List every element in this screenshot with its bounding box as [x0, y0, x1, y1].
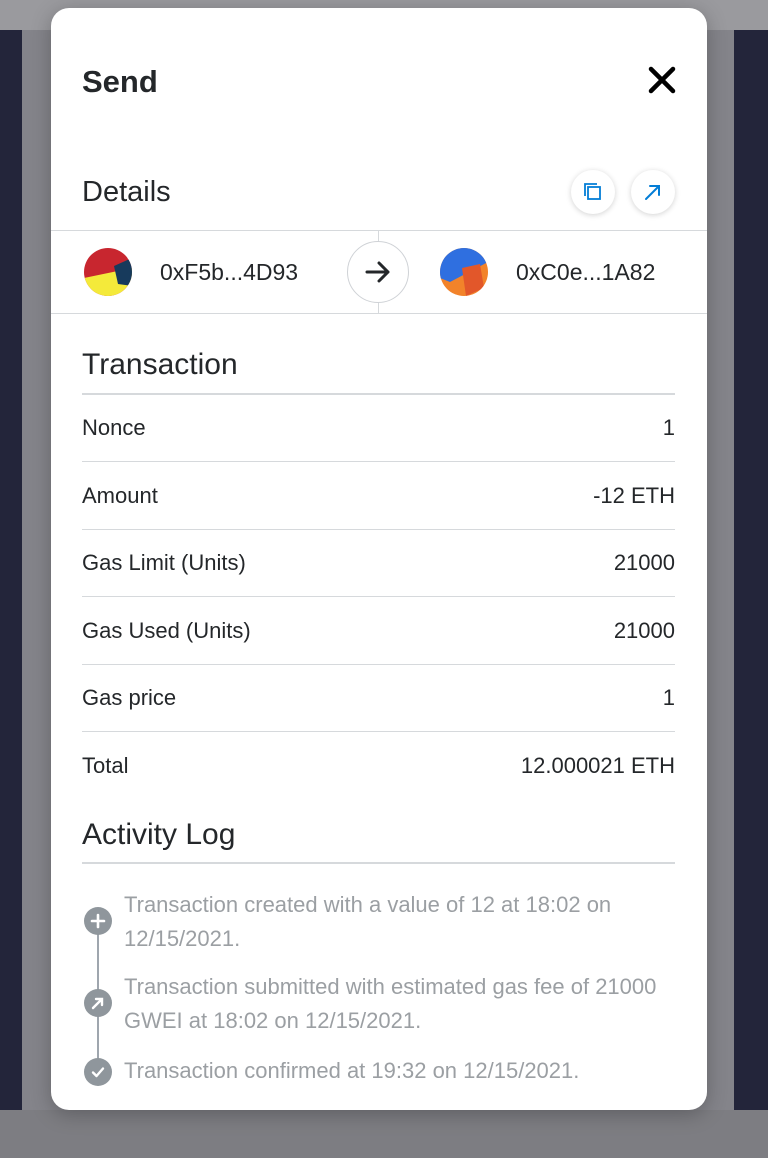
tx-row-gas-used: Gas Used (Units) 21000 [82, 597, 675, 665]
arrow-up-right-icon [84, 989, 112, 1017]
sender-avatar [84, 248, 132, 296]
close-button[interactable] [645, 63, 679, 97]
transaction-section-title: Transaction [82, 348, 238, 381]
tx-row-nonce: Nonce 1 [82, 394, 675, 462]
copy-button[interactable] [571, 170, 615, 214]
tx-row-gas-limit: Gas Limit (Units) 21000 [82, 529, 675, 597]
tx-value: 21000 [613, 549, 675, 575]
activity-entry-created: Transaction created with a value of 12 a… [124, 892, 612, 951]
modal-title: Send [82, 64, 158, 99]
recipient-account[interactable]: 0xC0e...1A82 [440, 248, 655, 296]
background-footer [0, 1110, 768, 1158]
view-on-explorer-button[interactable] [631, 170, 675, 214]
tx-value: 21000 [613, 617, 675, 643]
tx-row-amount: Amount -12 ETH [82, 462, 675, 530]
transaction-details-modal: Send Details 0xF5b...4D93 0xC0e...1A82 T… [51, 8, 707, 1110]
activity-log-rule [82, 862, 675, 864]
tx-label: Nonce [82, 414, 146, 440]
recipient-address: 0xC0e...1A82 [516, 258, 656, 285]
tx-value: 12.000021 ETH [520, 752, 675, 778]
activity-entry-confirmed: Transaction confirmed at 19:32 on 12/15/… [124, 1058, 580, 1083]
background-left-panel [0, 30, 22, 1158]
tx-label: Amount [82, 482, 158, 508]
activity-log-title: Activity Log [82, 818, 236, 851]
activity-entry-submitted: Transaction submitted with estimated gas… [124, 974, 657, 1033]
tx-row-total: Total 12.000021 ETH [82, 732, 675, 799]
close-icon [648, 66, 676, 94]
sender-address: 0xF5b...4D93 [160, 258, 299, 285]
plus-icon [84, 907, 112, 935]
tx-value: 1 [662, 684, 675, 710]
tx-label: Total [82, 752, 129, 778]
tx-label: Gas Limit (Units) [82, 549, 246, 575]
copy-icon [584, 183, 601, 200]
recipient-avatar [440, 248, 488, 296]
direction-indicator [347, 241, 409, 303]
tx-label: Gas price [82, 684, 177, 710]
details-title: Details [82, 176, 171, 208]
tx-value: -12 ETH [593, 482, 675, 508]
tx-value: 1 [662, 414, 675, 440]
check-icon [84, 1058, 112, 1086]
tx-label: Gas Used (Units) [82, 617, 251, 643]
sender-account[interactable]: 0xF5b...4D93 [84, 248, 298, 296]
tx-row-gas-price: Gas price 1 [82, 664, 675, 732]
arrow-right-icon [365, 261, 390, 283]
background-right-panel [734, 30, 768, 1158]
sender-recipient-bar: 0xF5b...4D93 0xC0e...1A82 [51, 230, 707, 314]
arrow-up-right-icon [645, 185, 660, 200]
